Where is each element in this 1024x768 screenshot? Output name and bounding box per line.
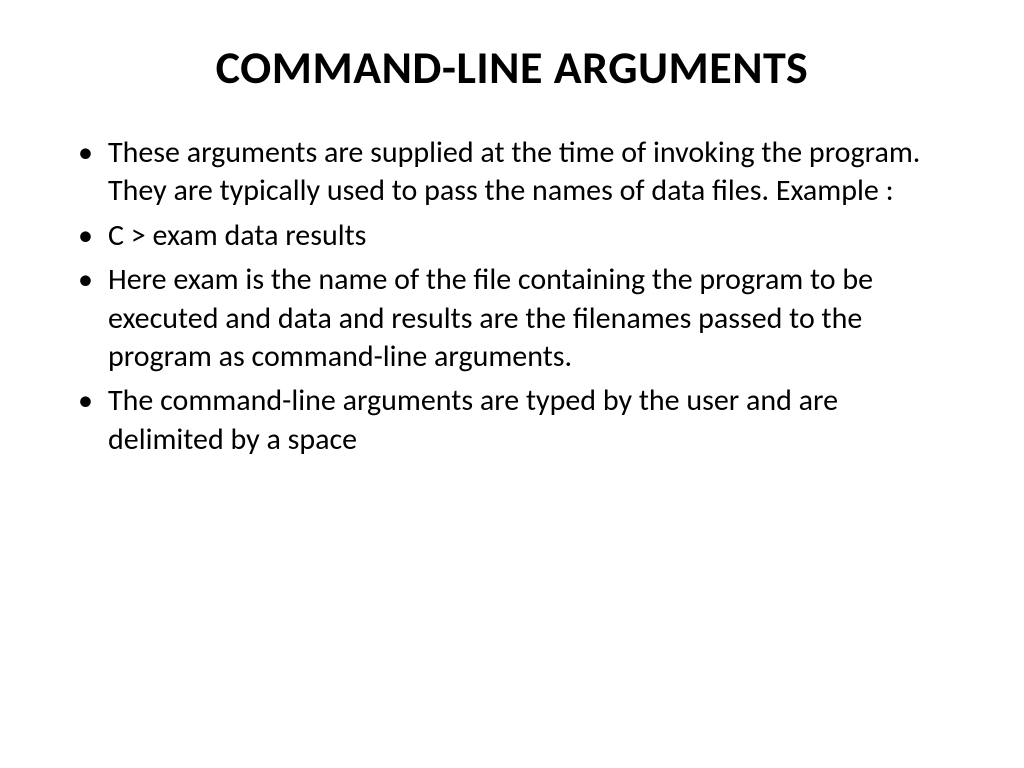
bullet-list: These arguments are supplied at the time… — [70, 134, 954, 459]
slide-title: COMMAND-LINE ARGUMENTS — [70, 40, 954, 96]
bullet-item: These arguments are supplied at the time… — [70, 134, 954, 211]
bullet-item: C > exam data results — [70, 217, 954, 255]
bullet-item: Here exam is the name of the file contai… — [70, 261, 954, 376]
bullet-item: The command-line arguments are typed by … — [70, 382, 954, 459]
